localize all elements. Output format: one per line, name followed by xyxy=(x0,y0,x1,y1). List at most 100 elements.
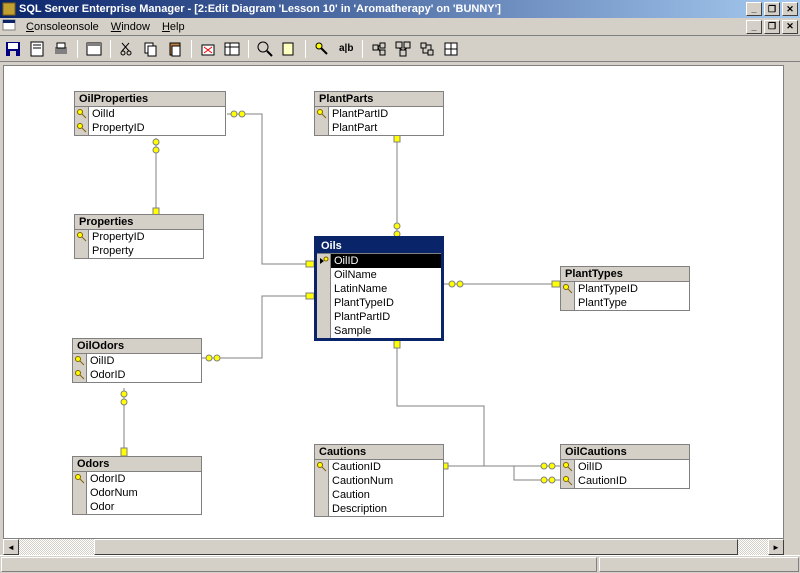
menu-console[interactable]: ConsoleConsoleonsole xyxy=(20,19,105,35)
new-table-icon[interactable] xyxy=(83,38,105,60)
console-icon xyxy=(2,18,16,35)
table-row[interactable]: PropertyID xyxy=(75,230,203,244)
save-icon[interactable] xyxy=(2,38,24,60)
column-name: PlantPartID xyxy=(329,107,443,121)
annotation-icon[interactable] xyxy=(278,38,300,60)
toolbar-sep-2 xyxy=(110,40,111,58)
table-oils[interactable]: Oils OilID OilName LatinName PlantTypeID… xyxy=(314,236,444,341)
print-icon[interactable] xyxy=(50,38,72,60)
diagram-canvas[interactable]: OilProperties OilId PropertyID PlantPart… xyxy=(3,65,784,539)
key-icon xyxy=(561,460,575,474)
table-header[interactable]: Odors xyxy=(73,457,201,472)
recalculate-icon[interactable] xyxy=(416,38,438,60)
vertical-scrollbar[interactable] xyxy=(784,65,800,539)
table-properties[interactable]: Properties PropertyID Property xyxy=(74,214,204,259)
child-restore-button[interactable]: ❐ xyxy=(764,20,780,34)
table-row[interactable]: Property xyxy=(75,244,203,258)
table-row[interactable]: Odor xyxy=(73,500,201,514)
scroll-right-button[interactable]: ► xyxy=(768,539,784,555)
table-row[interactable]: PropertyID xyxy=(75,121,225,135)
menu-window[interactable]: WindowWindow xyxy=(105,19,156,35)
blank-icon xyxy=(317,282,331,296)
table-row[interactable]: PlantType xyxy=(561,296,689,310)
table-row[interactable]: Description xyxy=(315,502,443,516)
paste-icon[interactable] xyxy=(164,38,186,60)
table-row[interactable]: LatinName xyxy=(317,282,441,296)
table-header[interactable]: OilCautions xyxy=(561,445,689,460)
diagram-canvas-wrap: OilProperties OilId PropertyID PlantPart… xyxy=(0,62,800,555)
key-icon xyxy=(75,230,89,244)
column-name: CautionNum xyxy=(329,474,443,488)
table-row[interactable]: OilName xyxy=(317,268,441,282)
table-header[interactable]: Cautions xyxy=(315,445,443,460)
blank-icon xyxy=(315,488,329,502)
column-name: PlantPartID xyxy=(331,310,441,324)
column-name: OdorNum xyxy=(87,486,201,500)
table-header[interactable]: PlantTypes xyxy=(561,267,689,282)
table-row[interactable]: OdorID xyxy=(73,368,201,382)
primary-key-icon[interactable] xyxy=(311,38,333,60)
table-header[interactable]: Properties xyxy=(75,215,203,230)
table-row[interactable]: OilId xyxy=(75,107,225,121)
table-oilcautions[interactable]: OilCautions OilID CautionID xyxy=(560,444,690,489)
column-names-button[interactable]: a|b xyxy=(335,38,357,60)
table-header[interactable]: PlantParts xyxy=(315,92,443,107)
blank-icon xyxy=(317,310,331,324)
arrange-selection-icon[interactable] xyxy=(368,38,390,60)
table-row[interactable]: Sample xyxy=(317,324,441,338)
cut-icon[interactable] xyxy=(116,38,138,60)
table-row[interactable]: Caution xyxy=(315,488,443,502)
table-header[interactable]: OilProperties xyxy=(75,92,225,107)
status-cell xyxy=(1,557,597,572)
key-icon xyxy=(73,368,87,382)
scroll-left-button[interactable]: ◄ xyxy=(3,539,19,555)
page-breaks-icon[interactable] xyxy=(440,38,462,60)
horizontal-scrollbar[interactable]: ◄ ► xyxy=(3,539,784,555)
table-row[interactable]: OilID xyxy=(561,460,689,474)
column-name: OilID xyxy=(87,354,201,368)
blank-icon xyxy=(75,244,89,258)
key-icon xyxy=(75,107,89,121)
copy-icon[interactable] xyxy=(140,38,162,60)
child-close-button[interactable]: ✕ xyxy=(782,20,798,34)
scroll-track[interactable] xyxy=(19,539,768,555)
table-row[interactable]: PlantPart xyxy=(315,121,443,135)
zoom-icon[interactable] xyxy=(254,38,276,60)
scroll-thumb[interactable] xyxy=(94,539,738,555)
table-row[interactable]: OdorID xyxy=(73,472,201,486)
table-row[interactable]: PlantTypeID xyxy=(561,282,689,296)
table-row[interactable]: PlantPartID xyxy=(317,310,441,324)
table-cautions[interactable]: Cautions CautionID CautionNum Caution De… xyxy=(314,444,444,517)
table-plantparts[interactable]: PlantParts PlantPartID PlantPart xyxy=(314,91,444,136)
properties-icon[interactable] xyxy=(26,38,48,60)
blank-icon xyxy=(73,500,87,514)
table-row[interactable]: OilID xyxy=(73,354,201,368)
table-row[interactable]: CautionNum xyxy=(315,474,443,488)
blank-icon xyxy=(561,296,575,310)
key-icon xyxy=(317,254,331,268)
table-row[interactable]: OdorNum xyxy=(73,486,201,500)
close-button[interactable]: ✕ xyxy=(782,2,798,16)
show-table-icon[interactable] xyxy=(221,38,243,60)
table-row[interactable]: OilID xyxy=(317,254,441,268)
table-planttypes[interactable]: PlantTypes PlantTypeID PlantType xyxy=(560,266,690,311)
table-odors[interactable]: Odors OdorID OdorNum Odor xyxy=(72,456,202,515)
toolbar-sep-6 xyxy=(362,40,363,58)
delete-icon[interactable] xyxy=(197,38,219,60)
table-row[interactable]: PlantTypeID xyxy=(317,296,441,310)
table-row[interactable]: CautionID xyxy=(561,474,689,488)
minimize-button[interactable]: _ xyxy=(746,2,762,16)
status-cell xyxy=(599,557,799,572)
menu-help[interactable]: HelpHelp xyxy=(156,19,191,35)
child-minimize-button[interactable]: _ xyxy=(746,20,762,34)
arrange-tables-icon[interactable] xyxy=(392,38,414,60)
toolbar-sep-4 xyxy=(248,40,249,58)
table-header[interactable]: Oils xyxy=(317,239,441,254)
table-row[interactable]: CautionID xyxy=(315,460,443,474)
key-icon xyxy=(561,282,575,296)
table-oilproperties[interactable]: OilProperties OilId PropertyID xyxy=(74,91,226,136)
table-oilodors[interactable]: OilOdors OilID OdorID xyxy=(72,338,202,383)
table-header[interactable]: OilOdors xyxy=(73,339,201,354)
table-row[interactable]: PlantPartID xyxy=(315,107,443,121)
restore-button[interactable]: ❐ xyxy=(764,2,780,16)
